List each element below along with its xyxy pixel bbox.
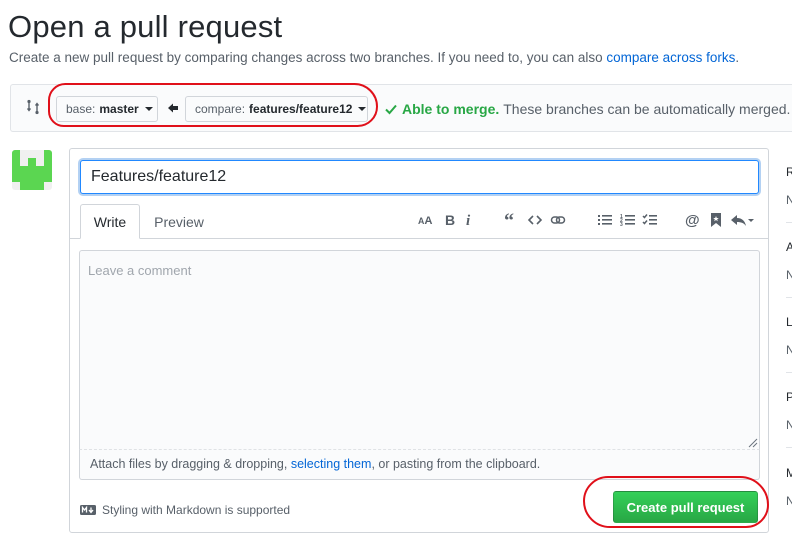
attach-text-suffix: , or pasting from the clipboard. [371,457,541,471]
reply-icon[interactable] [730,211,754,229]
sidebar-value: N [786,193,792,207]
compare-label: compare: [195,102,246,116]
sidebar-heading-reviewers: R [786,165,792,179]
range-editor: base: master compare: features/feature12… [10,84,792,132]
code-icon[interactable] [526,211,544,229]
quote-icon[interactable]: “ [502,211,520,229]
arrow-left-icon [168,103,178,113]
chevron-down-icon [358,107,367,111]
base-label: base: [66,102,96,116]
avatar [12,150,52,190]
svg-text:i: i [466,213,471,228]
base-branch-name: master [99,102,139,116]
attach-text: Attach files by dragging & dropping, [90,457,291,471]
pull-request-form: Write Preview AA B i “ 123 @ Attach file… [69,148,769,533]
compare-arrows-icon [26,99,40,115]
chevron-down-icon [144,107,153,111]
sidebar-heading-labels: L [786,315,792,329]
select-files-link[interactable]: selecting them [291,457,372,471]
subtitle-text: Create a new pull request by comparing c… [9,50,607,65]
bold-icon[interactable]: B [441,211,459,229]
sidebar-value: N [786,268,792,282]
sidebar-divider [786,222,792,223]
create-pull-request-button[interactable]: Create pull request [613,491,758,523]
compare-branch-select[interactable]: compare: features/feature12 [185,96,368,122]
check-icon [385,104,397,115]
sidebar-value: N [786,418,792,432]
svg-text:B: B [445,212,455,228]
page-subtitle: Create a new pull request by comparing c… [9,50,739,65]
italic-icon[interactable]: i [460,211,478,229]
comment-textarea[interactable] [79,250,760,450]
link-icon[interactable] [549,211,567,229]
markdown-icon [80,505,96,515]
merge-message: These branches can be automatically merg… [503,101,791,117]
merge-ok-text: Able to merge. [402,101,500,117]
resize-handle-icon[interactable] [746,436,758,448]
unordered-list-icon[interactable] [596,211,614,229]
pr-title-input[interactable] [80,160,759,194]
tab-write[interactable]: Write [80,204,140,239]
sidebar-divider [786,447,792,448]
sidebar-value: N [786,343,792,357]
ordered-list-icon[interactable]: 123 [619,211,637,229]
compare-across-forks-link[interactable]: compare across forks [606,50,735,65]
sidebar-heading-assignees: A [786,240,792,254]
mention-icon[interactable]: @ [684,211,702,229]
markdown-note: Styling with Markdown is supported [80,503,290,517]
merge-status: Able to merge. These branches can be aut… [384,101,790,117]
header-icon[interactable]: AA [416,211,436,229]
sidebar-heading-milestone: M [786,466,792,480]
task-list-icon[interactable] [641,211,659,229]
bookmark-icon[interactable] [707,211,725,229]
svg-text:A: A [424,215,432,227]
tab-preview[interactable]: Preview [144,204,214,239]
page-title: Open a pull request [8,9,283,44]
sidebar-value: N [786,494,792,508]
svg-text:3: 3 [620,222,623,228]
subtitle-suffix: . [735,50,740,65]
svg-text:“: “ [504,212,514,228]
sidebar-divider [786,372,792,373]
compare-branch-name: features/feature12 [249,102,353,116]
sidebar-heading-projects: P [786,390,792,404]
markdown-note-text: Styling with Markdown is supported [102,503,291,517]
file-attach-bar[interactable]: Attach files by dragging & dropping, sel… [79,450,760,480]
sidebar-divider [786,297,792,298]
base-branch-select[interactable]: base: master [56,96,158,122]
svg-text:@: @ [685,212,700,228]
